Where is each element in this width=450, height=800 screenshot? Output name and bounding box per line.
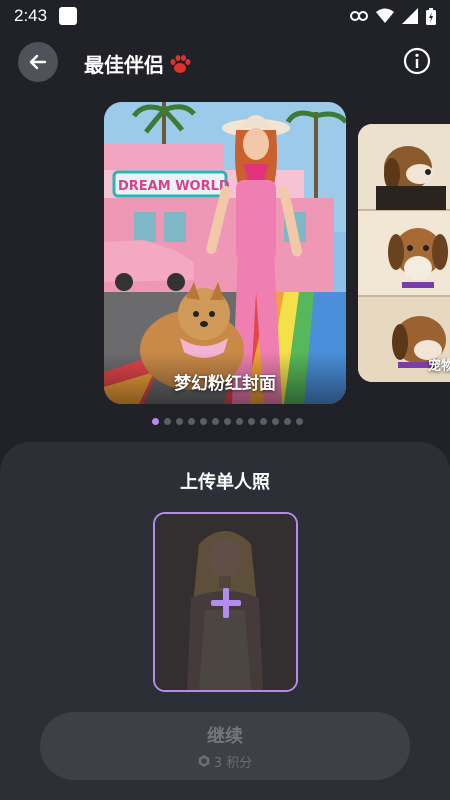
page-dot[interactable] <box>272 418 279 425</box>
info-icon <box>403 47 431 75</box>
upload-photo-button[interactable] <box>153 512 298 692</box>
style-card-dream-pink[interactable]: DREAM WORLD 梦幻粉红封面 <box>104 102 346 404</box>
notification-icon <box>59 7 78 25</box>
credit-icon <box>198 755 209 767</box>
page-dot[interactable] <box>260 418 267 425</box>
card-caption: 宠物 <box>428 359 450 374</box>
battery-icon <box>426 7 436 25</box>
page-title: 最佳伴侣 <box>84 49 192 78</box>
upload-title: 上传单人照 <box>180 472 270 493</box>
page-dot[interactable] <box>296 418 303 425</box>
style-carousel[interactable]: DREAM WORLD 梦幻粉红封面 宠物 <box>0 100 450 406</box>
status-time: 2:43 <box>14 6 48 25</box>
status-icons <box>350 7 436 25</box>
status-bar: 2:43 <box>0 0 450 32</box>
cost-row: 3 积分 <box>198 752 252 771</box>
dream-world-sign: DREAM WORLD <box>118 179 230 194</box>
page-dot[interactable] <box>224 418 231 425</box>
page-dot[interactable] <box>212 418 219 425</box>
page-dot[interactable] <box>152 418 159 425</box>
info-button[interactable] <box>402 46 432 76</box>
carousel-page-indicator <box>152 418 303 425</box>
page-dot[interactable] <box>236 418 243 425</box>
vpn-key-icon <box>350 11 368 21</box>
continue-label: 继续 <box>207 725 243 747</box>
page-dot[interactable] <box>164 418 171 425</box>
page-title-text: 最佳伴侣 <box>84 53 164 77</box>
paw-icon <box>170 54 191 73</box>
page-dot[interactable] <box>248 418 255 425</box>
style-card-pet[interactable]: 宠物 <box>358 124 450 382</box>
page-dot[interactable] <box>200 418 207 425</box>
arrow-left-icon <box>29 54 47 70</box>
card-image <box>358 124 450 382</box>
page-dot[interactable] <box>284 418 291 425</box>
card-image: DREAM WORLD <box>104 102 346 404</box>
signal-icon <box>402 8 418 24</box>
continue-button[interactable]: 继续 3 积分 <box>40 712 410 780</box>
header: 最佳伴侣 <box>0 40 450 84</box>
page-dot[interactable] <box>176 418 183 425</box>
plus-icon <box>211 588 241 618</box>
back-button[interactable] <box>18 42 58 82</box>
wifi-icon <box>376 8 394 23</box>
cost-text: 3 积分 <box>213 755 253 771</box>
page-dot[interactable] <box>188 418 195 425</box>
card-caption: 梦幻粉红封面 <box>174 374 276 394</box>
